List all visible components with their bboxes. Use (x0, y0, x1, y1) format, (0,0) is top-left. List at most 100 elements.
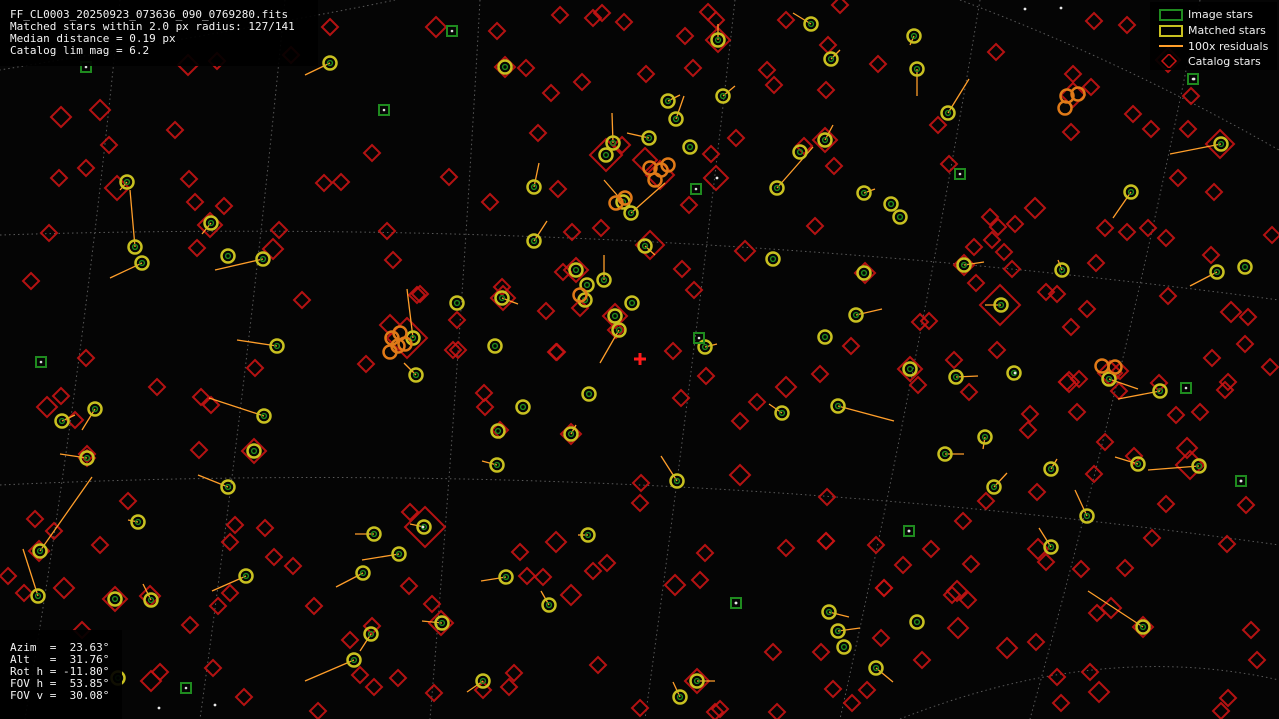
catalog-star-marker (292, 290, 312, 310)
matched-star-marker (598, 147, 614, 163)
catalog-star-marker (536, 301, 556, 321)
catalog-star-marker (857, 680, 877, 700)
image-star-center (494, 427, 502, 435)
image-star-center (491, 342, 499, 350)
matched-star-marker (682, 139, 698, 155)
matched-star-marker (902, 361, 918, 377)
catalog-star-marker (269, 220, 289, 240)
catalog-star-marker (671, 388, 691, 408)
catalog-star-marker (208, 596, 228, 616)
image-star-center (39, 360, 43, 364)
catalog-star-marker (179, 169, 199, 189)
catalog-star-marker (340, 630, 360, 650)
catalog-star-marker (994, 242, 1014, 262)
image-star-center (1241, 263, 1249, 271)
catalog-star-marker (517, 566, 537, 586)
catalog-star-marker (583, 561, 603, 581)
catalog-star-marker (350, 665, 370, 685)
catalog-star-marker (868, 54, 888, 74)
catalog-star-marker (1260, 357, 1279, 377)
legend-image-stars: Image stars (1150, 7, 1253, 21)
matched-star-marker (449, 295, 465, 311)
catalog-star-marker (1115, 558, 1135, 578)
residual-line-swatch-icon (1156, 39, 1184, 53)
catalog-star-marker (240, 437, 268, 465)
catalog-star-marker (683, 58, 703, 78)
catalog-star-marker (1117, 222, 1137, 242)
image-star-center (860, 269, 868, 277)
catalog-star-marker (1219, 300, 1243, 324)
catalog-star-marker (631, 473, 651, 493)
image-star-center (896, 213, 904, 221)
catalog-star-marker (377, 221, 397, 241)
background-star (734, 601, 738, 605)
catalog-star-marker (1178, 119, 1198, 139)
catalog-star-marker (118, 491, 138, 511)
catalog-star-marker (1061, 122, 1081, 142)
background-star (1239, 479, 1243, 483)
catalog-star-marker (283, 556, 303, 576)
catalog-star-marker (1020, 404, 1040, 424)
catalog-star-marker (304, 596, 324, 616)
catalog-star-marker (510, 542, 530, 562)
residual-line (1189, 271, 1218, 287)
catalog-star-marker (189, 440, 209, 460)
catalog-star-marker (921, 539, 941, 559)
catalog-star-marker (49, 105, 73, 129)
catalog-star-marker (805, 216, 825, 236)
catalog-star-marker (314, 173, 334, 193)
catalog-star-marker (0, 566, 18, 586)
image-star-center (382, 108, 386, 112)
catalog-star-marker (1202, 348, 1222, 368)
catalog-star-marker (439, 167, 459, 187)
catalog-star-marker (533, 567, 553, 587)
catalog-star-marker (1247, 650, 1267, 670)
catalog-star-marker (362, 143, 382, 163)
residual-line (837, 405, 895, 422)
matched-star-marker (568, 262, 584, 278)
catalog-star-marker (1123, 104, 1143, 124)
catalog-star-marker (264, 547, 284, 567)
residual-line (660, 455, 678, 482)
star-field[interactable] (0, 0, 1279, 719)
matched-star-marker (1237, 259, 1253, 275)
catalog-star-marker (550, 5, 570, 25)
catalog-star-marker (763, 642, 783, 662)
residual-line (304, 659, 355, 682)
catalog-star-marker (399, 576, 419, 596)
image-star-center (887, 200, 895, 208)
catalog-star-marker (636, 64, 656, 84)
catalog-star-marker (1241, 620, 1261, 640)
catalog-star-marker (480, 192, 500, 212)
catalog-star-marker (214, 196, 234, 216)
catalog-star-marker (818, 35, 838, 55)
image-star-center (84, 65, 88, 69)
background-star (1192, 77, 1196, 81)
image-star-center (184, 686, 188, 690)
catalog-star-marker (672, 259, 692, 279)
residual-line (611, 112, 614, 144)
catalog-star-marker (364, 677, 384, 697)
matched-star-marker (487, 338, 503, 354)
catalog-star-marker (541, 83, 561, 103)
background-star (157, 706, 161, 710)
matched-star-swatch-icon (1156, 23, 1184, 37)
catalog-star-marker (1201, 245, 1221, 265)
catalog-star-marker (21, 271, 41, 291)
catalog-star-marker (1235, 334, 1255, 354)
catalog-star-marker (90, 535, 110, 555)
catalog-star-marker (698, 2, 718, 22)
catalog-star-marker (776, 538, 796, 558)
catalog-star-marker (51, 386, 71, 406)
matched-star-marker (624, 295, 640, 311)
catalog-star-marker (220, 583, 240, 603)
matched-star-marker (607, 308, 623, 324)
catalog-star-marker (730, 411, 750, 431)
catalog-star-marker (591, 218, 611, 238)
catalog-star-marker (634, 229, 666, 261)
catalog-star-marker (487, 21, 507, 41)
catalog-star-marker (165, 120, 185, 140)
matched-star-marker (836, 639, 852, 655)
matched-star-marker (515, 399, 531, 415)
catalog-limit-text: Catalog lim mag = 6.2 (10, 44, 150, 57)
